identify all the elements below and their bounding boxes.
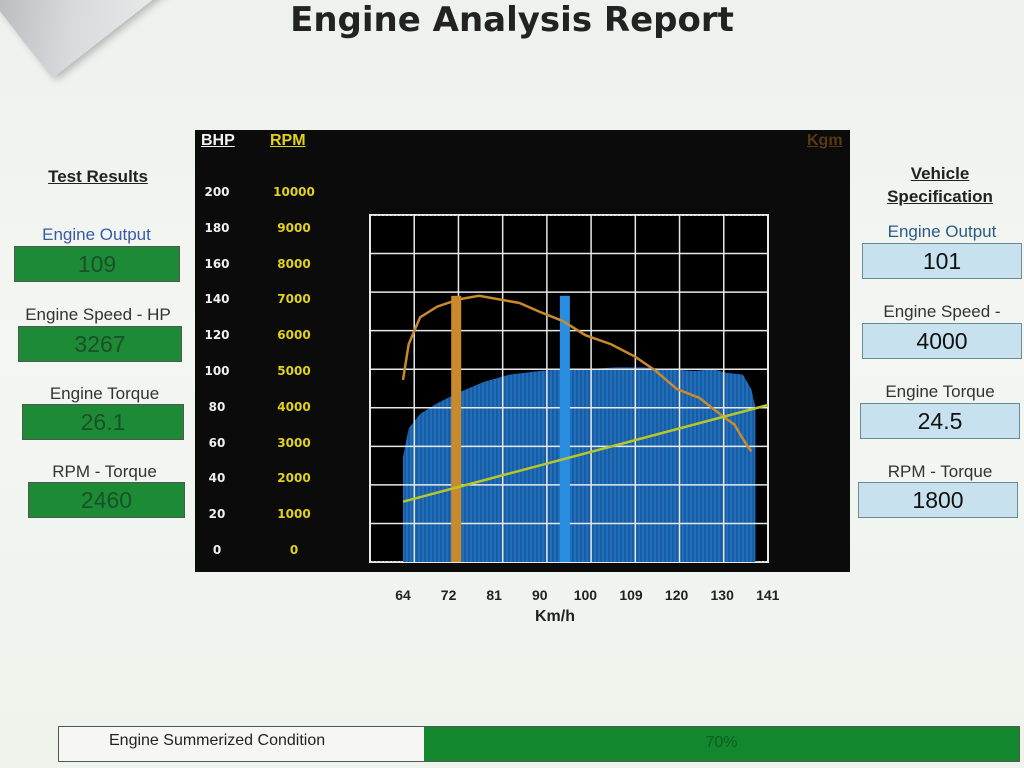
rpm-tick-label: 2000	[277, 471, 311, 486]
x-tick-label: 109	[619, 587, 643, 603]
bhp-tick-label: 20	[208, 507, 226, 522]
bhp-tick-label: 120	[204, 328, 230, 343]
x-tick-label: 130	[710, 587, 734, 603]
spec-engine-speed-value: 4000	[862, 323, 1022, 359]
engine-condition-fill: 70%	[424, 727, 1019, 761]
rpm-axis-title: RPM	[270, 132, 306, 149]
spec-rpm-torque-value: 1800	[858, 482, 1018, 518]
rpm-tick-label: 6000	[277, 328, 311, 343]
vehicle-spec-heading-line2: Specification	[887, 187, 993, 206]
test-engine-speed-label: Engine Speed - HP	[25, 305, 171, 324]
bhp-tick-label: 100	[204, 364, 230, 378]
spec-engine-speed-label: Engine Speed -	[883, 302, 1001, 321]
spec-engine-output-value: 101	[862, 243, 1022, 279]
test-engine-speed-value: 3267	[18, 326, 182, 362]
test-engine-output-value: 109	[14, 246, 180, 282]
bhp-tick-label: 200	[204, 185, 230, 199]
rpm-tick-label: 7000	[277, 292, 311, 307]
engine-condition-value: 70%	[705, 734, 738, 751]
rpm-tick-label: 3000	[277, 435, 311, 450]
rpm-tick-label: 4000	[277, 399, 311, 414]
vehicle-spec-heading-line1: Vehicle	[910, 164, 970, 183]
bhp-tick-label: 180	[204, 220, 230, 235]
test-engine-torque-label: Engine Torque	[49, 384, 160, 403]
page-title: Engine Analysis Report	[290, 0, 734, 40]
test-rpm-torque-value: 2460	[28, 482, 185, 518]
test-rpm-torque-label: RPM - Torque	[52, 462, 157, 481]
rpm-tick-label: 0	[289, 543, 299, 557]
bhp-tick-label: 80	[208, 399, 226, 414]
bhp-tick-label: 40	[208, 471, 226, 486]
x-tick-label: 90	[532, 587, 548, 603]
spec-engine-torque-value: 24.5	[860, 403, 1020, 439]
engine-condition-bar: Engine Summerized Condition 70%	[58, 726, 1020, 762]
rpm-tick-label: 9000	[277, 220, 311, 235]
engine-condition-label: Engine Summerized Condition	[109, 732, 326, 749]
x-tick-label: 81	[486, 587, 502, 603]
bhp-axis-title: BHP	[201, 132, 235, 149]
spec-rpm-torque-label: RPM - Torque	[887, 462, 993, 481]
rpm-tick-label: 8000	[277, 256, 311, 271]
test-results-heading: Test Results	[48, 167, 148, 186]
test-engine-output-label: Engine Output	[42, 225, 151, 244]
bhp-tick-label: 60	[208, 435, 226, 450]
x-tick-label: 141	[756, 587, 780, 603]
kgm-axis-title: Kgm	[807, 132, 843, 149]
bhp-tick-label: 0	[212, 543, 222, 557]
spec-engine-torque-label: Engine Torque	[885, 382, 995, 401]
bhp-tick-label: 140	[204, 292, 230, 307]
x-tick-label: 64	[395, 587, 411, 603]
rpm-tick-label: 5000	[277, 364, 311, 378]
x-tick-label: 120	[664, 587, 689, 603]
x-tick-label: 100	[573, 587, 598, 603]
rpm-tick-label: 1000	[277, 507, 311, 522]
spec-engine-output-label: Engine Output	[887, 222, 997, 241]
x-tick-label: 72	[440, 587, 457, 603]
x-axis-title: Km/h	[535, 608, 575, 625]
test-engine-torque-value: 26.1	[22, 404, 184, 440]
bhp-tick-label: 160	[204, 256, 230, 271]
rpm-tick-label: 10000	[273, 185, 315, 199]
